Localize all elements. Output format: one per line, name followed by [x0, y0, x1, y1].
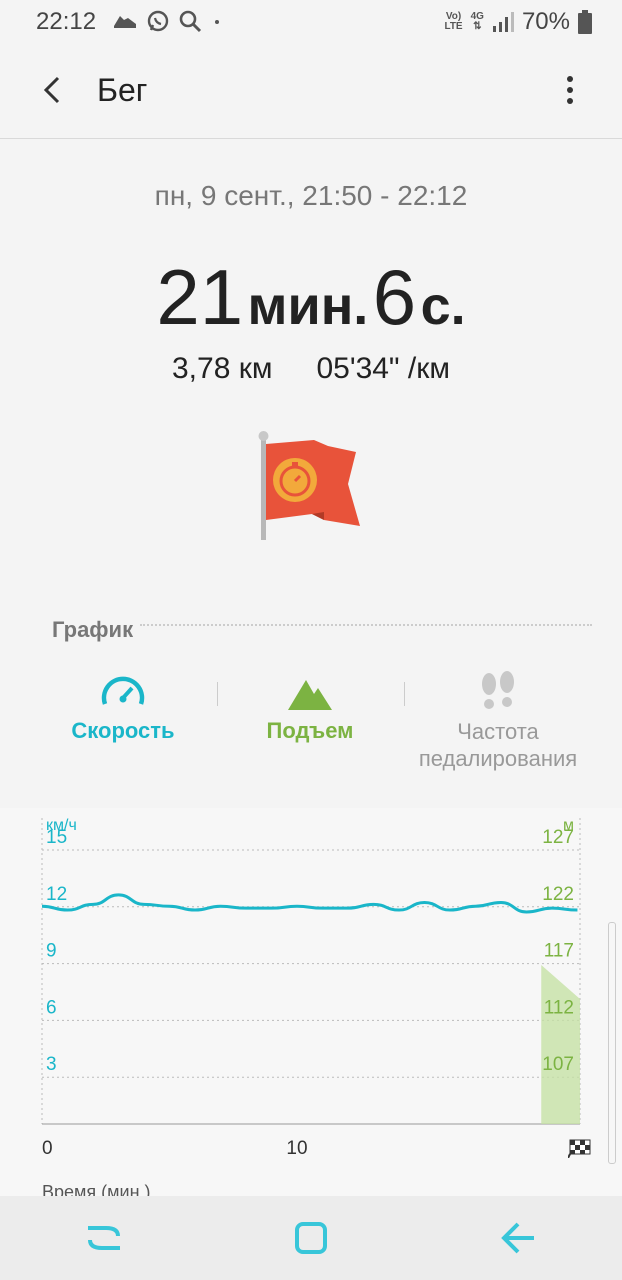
distance-value: 3,78 км [171, 352, 273, 385]
tab-cadence[interactable]: Частота педалирования [408, 668, 588, 772]
signal-icon [492, 12, 514, 32]
graph-tabs: Скорость Подъем Частота педалирования [0, 668, 622, 778]
footprints-icon [482, 671, 514, 709]
speed-elevation-chart[interactable]: км/ч м 15 127 12 122 9 117 6 112 3 107 0 10 Время (ми… [0, 808, 622, 1208]
left-tick-label: 9 [46, 941, 57, 962]
tab-elevation-label: Подъем [266, 718, 354, 743]
right-tick-label: 127 [542, 827, 574, 848]
workout-stats: 3,78 км 05'34" /км [0, 352, 622, 386]
left-tick-label: 6 [46, 997, 57, 1018]
duration-minutes-unit: мин. [247, 276, 369, 336]
status-right: Vo) LTE 4G ⇅ 70% [444, 8, 592, 36]
workout-date-range: пн, 9 сент., 21:50 - 22:12 [154, 180, 468, 211]
notification-icons [112, 9, 224, 33]
dot-icon [215, 20, 219, 24]
mountain-icon [288, 680, 332, 710]
status-time: 22:12 [36, 8, 97, 35]
battery-percent: 70% [521, 8, 570, 35]
data-4g-indicator: 4G ⇅ [470, 11, 484, 32]
duration-seconds: 6 [372, 253, 417, 341]
right-tick-label: 112 [544, 997, 574, 1018]
battery-icon [578, 10, 592, 34]
scroll-indicator[interactable] [608, 922, 616, 1164]
graph-section-title: График [52, 617, 134, 642]
back-arrow-icon[interactable] [36, 72, 72, 108]
x-tick-label: 10 [286, 1138, 307, 1159]
workout-duration: 21 мин. 6 с. [0, 252, 622, 343]
tab-cadence-label: Частота педалирования [418, 719, 578, 771]
system-nav-bar [0, 1196, 622, 1280]
duration-minutes: 21 [156, 253, 244, 341]
more-options-icon[interactable] [560, 72, 580, 108]
home-icon[interactable] [291, 1218, 331, 1258]
tab-divider [404, 682, 405, 706]
running-shoe-icon [114, 16, 136, 28]
finish-flag-icon [568, 1139, 591, 1158]
tab-speed-label: Скорость [71, 718, 175, 743]
chart-svg: км/ч м15 12712 1229 1176 1123 1070 10 [0, 808, 622, 1208]
whatsapp-icon [147, 10, 169, 32]
speedometer-icon [101, 676, 145, 705]
achievement-flag-icon[interactable] [252, 428, 368, 544]
left-tick-label: 15 [46, 827, 67, 848]
x-tick-label: 0 [42, 1138, 53, 1159]
right-tick-label: 117 [544, 941, 574, 962]
status-bar: 22:12 Vo) LTE 4G ⇅ 70% [0, 0, 622, 44]
tab-elevation[interactable]: Подъем [220, 668, 400, 744]
left-tick-label: 3 [46, 1054, 57, 1075]
page-title: Бег [97, 72, 148, 108]
volte-indicator: Vo) LTE [444, 11, 463, 32]
right-tick-label: 107 [542, 1054, 574, 1075]
pace-value: 05'34" /км [316, 352, 451, 385]
left-tick-label: 12 [46, 884, 67, 905]
tab-divider [217, 682, 218, 706]
section-divider [140, 624, 592, 626]
back-icon[interactable] [498, 1218, 538, 1258]
recent-apps-icon[interactable] [84, 1218, 124, 1258]
right-tick-label: 122 [542, 884, 574, 905]
app-bar: Бег [0, 44, 622, 139]
search-icon [179, 10, 202, 33]
duration-seconds-unit: с. [420, 276, 466, 336]
tab-speed[interactable]: Скорость [33, 668, 213, 744]
